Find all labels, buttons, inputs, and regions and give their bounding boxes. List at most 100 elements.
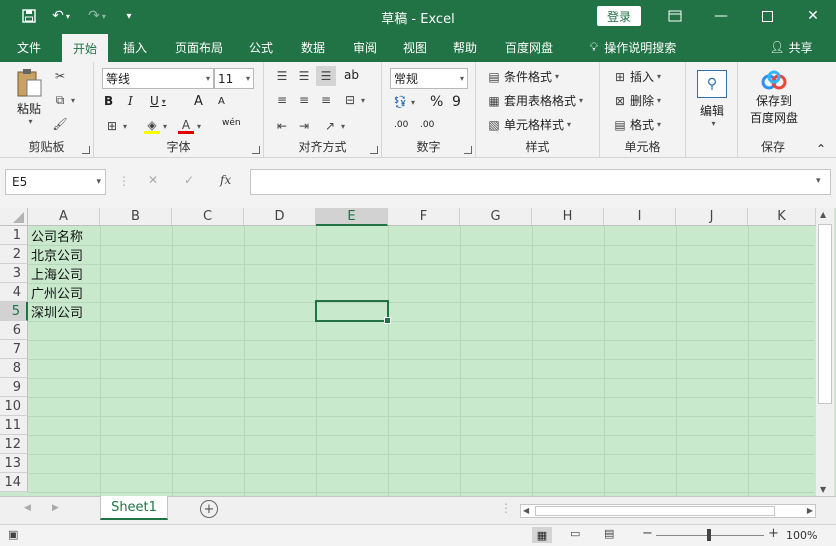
row-header-9[interactable]: 9 — [0, 378, 28, 397]
font-size-select[interactable]: 11 ▾ — [214, 68, 254, 89]
underline-button[interactable]: U ▾ — [150, 94, 166, 108]
horizontal-scroll-thumb[interactable] — [535, 506, 775, 516]
conditional-formatting-button[interactable]: ▤ 条件格式 ▾ — [486, 68, 559, 85]
login-button[interactable]: 登录 — [597, 6, 641, 26]
format-cells-button[interactable]: ▤ 格式 ▾ — [612, 116, 661, 133]
next-sheet-icon[interactable]: ▶ — [52, 503, 59, 513]
comma-button[interactable]: 9 — [452, 94, 461, 110]
align-top-button[interactable]: ☰ — [274, 68, 290, 84]
wrap-text-button[interactable]: ab — [344, 68, 359, 82]
row-header-10[interactable]: 10 — [0, 397, 28, 416]
redo-icon[interactable]: ↷ ▾ — [84, 0, 110, 32]
maximize-button[interactable] — [744, 0, 790, 32]
dialog-launcher-icon[interactable] — [370, 146, 378, 154]
add-sheet-icon[interactable]: + — [200, 500, 218, 518]
column-header-k[interactable]: K — [748, 208, 816, 226]
column-header-i[interactable]: I — [604, 208, 676, 226]
align-left-button[interactable]: ≡ — [274, 92, 290, 108]
cut-button[interactable]: ✂ — [52, 68, 68, 84]
fill-color-button[interactable]: ◈ ▾ — [144, 118, 167, 134]
tab-review[interactable]: 审阅 — [344, 32, 386, 62]
decrease-decimal-button[interactable]: .00 — [420, 120, 434, 130]
normal-view-icon[interactable]: ▦ — [532, 527, 552, 543]
scroll-right-icon[interactable]: ▶ — [807, 506, 813, 515]
number-format-select[interactable]: 常规 ▾ — [390, 68, 468, 89]
prev-sheet-icon[interactable]: ◀ — [24, 503, 31, 513]
column-header-e[interactable]: E — [316, 208, 388, 226]
align-center-button[interactable]: ≡ — [296, 92, 312, 108]
page-break-view-icon[interactable]: ▤ — [604, 527, 614, 540]
row-header-3[interactable]: 3 — [0, 264, 28, 283]
cancel-entry-button[interactable]: ✕ — [148, 173, 158, 187]
cell-a2[interactable]: 北京公司 — [31, 245, 83, 264]
paste-button[interactable]: 粘贴 ▾ — [10, 68, 48, 132]
dialog-launcher-icon[interactable] — [82, 146, 90, 154]
merge-center-button[interactable]: ⊟ ▾ — [342, 92, 365, 108]
scroll-up-icon[interactable]: ▲ — [820, 210, 826, 219]
sheet-tab-sheet1[interactable]: Sheet1 — [100, 496, 168, 520]
column-header-b[interactable]: B — [100, 208, 172, 226]
shrink-font-button[interactable]: A — [218, 96, 225, 107]
tab-help[interactable]: 帮助 — [444, 32, 486, 62]
zoom-in-button[interactable]: + — [768, 526, 779, 541]
insert-function-button[interactable]: fx — [220, 173, 231, 187]
borders-button[interactable]: ⊞ ▾ — [104, 118, 127, 134]
editing-button[interactable]: ⚲ 编辑 ▾ — [696, 70, 728, 128]
zoom-slider-thumb[interactable] — [707, 529, 711, 541]
insert-cells-button[interactable]: ⊞ 插入 ▾ — [612, 68, 661, 85]
customize-toolbar-icon[interactable]: ▾ — [120, 0, 138, 32]
decrease-indent-button[interactable]: ⇤ — [274, 118, 290, 134]
tab-formulas[interactable]: 公式 — [240, 32, 282, 62]
active-cell-e5[interactable] — [315, 300, 391, 324]
column-header-d[interactable]: D — [244, 208, 316, 226]
column-header-a[interactable]: A — [28, 208, 100, 226]
column-header-f[interactable]: F — [388, 208, 460, 226]
bold-button[interactable]: B — [104, 94, 113, 108]
row-header-11[interactable]: 11 — [0, 416, 28, 435]
row-header-13[interactable]: 13 — [0, 454, 28, 473]
row-header-5[interactable]: 5 — [0, 302, 28, 321]
font-color-button[interactable]: A ▾ — [178, 118, 201, 134]
minimize-button[interactable]: — — [698, 0, 744, 32]
zoom-out-button[interactable]: − — [642, 526, 653, 541]
tell-me-search[interactable]: 💡︎ 操作说明搜索 — [578, 32, 688, 62]
save-icon[interactable] — [18, 0, 40, 32]
column-header-j[interactable]: J — [676, 208, 748, 226]
percent-button[interactable]: % — [430, 94, 443, 110]
row-header-14[interactable]: 14 — [0, 473, 28, 492]
worksheet-grid[interactable]: A B C D E F G H I J K 1 2 3 4 5 6 7 8 9 … — [0, 208, 836, 496]
scroll-down-icon[interactable]: ▼ — [820, 485, 826, 494]
dialog-launcher-icon[interactable] — [464, 146, 472, 154]
cell-mode-icon[interactable]: ▣ — [8, 528, 18, 541]
select-all-corner[interactable] — [0, 208, 28, 226]
orientation-button[interactable]: ↗ ▾ — [322, 118, 345, 134]
currency-button[interactable]: 💱︎ ▾ — [392, 94, 415, 110]
row-header-7[interactable]: 7 — [0, 340, 28, 359]
grow-font-button[interactable]: A — [194, 94, 203, 109]
share-button[interactable]: 👤︎ 共享 — [760, 32, 822, 62]
tab-view[interactable]: 视图 — [394, 32, 436, 62]
enter-entry-button[interactable]: ✓ — [184, 173, 194, 187]
dialog-launcher-icon[interactable] — [252, 146, 260, 154]
expand-formula-bar-icon[interactable]: ▾ — [816, 176, 821, 186]
undo-icon[interactable]: ↶ ▾ — [48, 0, 74, 32]
row-header-2[interactable]: 2 — [0, 245, 28, 264]
save-to-baidu-button[interactable]: 保存到 百度网盘 — [744, 70, 804, 136]
column-header-h[interactable]: H — [532, 208, 604, 226]
horizontal-scrollbar[interactable]: ◀ ▶ — [520, 504, 816, 518]
row-header-4[interactable]: 4 — [0, 283, 28, 302]
tab-split-grip-icon[interactable]: ⋮ — [500, 501, 512, 515]
align-right-button[interactable]: ≡ — [318, 92, 334, 108]
zoom-level[interactable]: 100% — [786, 529, 817, 542]
name-box[interactable]: E5 ▾ — [5, 169, 106, 195]
formula-input[interactable] — [250, 169, 831, 195]
increase-decimal-button[interactable]: .00 — [394, 120, 408, 130]
tab-page-layout[interactable]: 页面布局 — [168, 32, 230, 62]
format-as-table-button[interactable]: ▦ 套用表格格式 ▾ — [486, 92, 583, 109]
scroll-left-icon[interactable]: ◀ — [523, 506, 529, 515]
cell-styles-button[interactable]: ▧ 单元格样式 ▾ — [486, 116, 571, 133]
copy-button[interactable]: ⧉ ▾ — [52, 92, 75, 108]
font-name-select[interactable]: 等线 ▾ — [102, 68, 214, 89]
delete-cells-button[interactable]: ⊠ 删除 ▾ — [612, 92, 661, 109]
cell-a3[interactable]: 上海公司 — [31, 264, 83, 283]
